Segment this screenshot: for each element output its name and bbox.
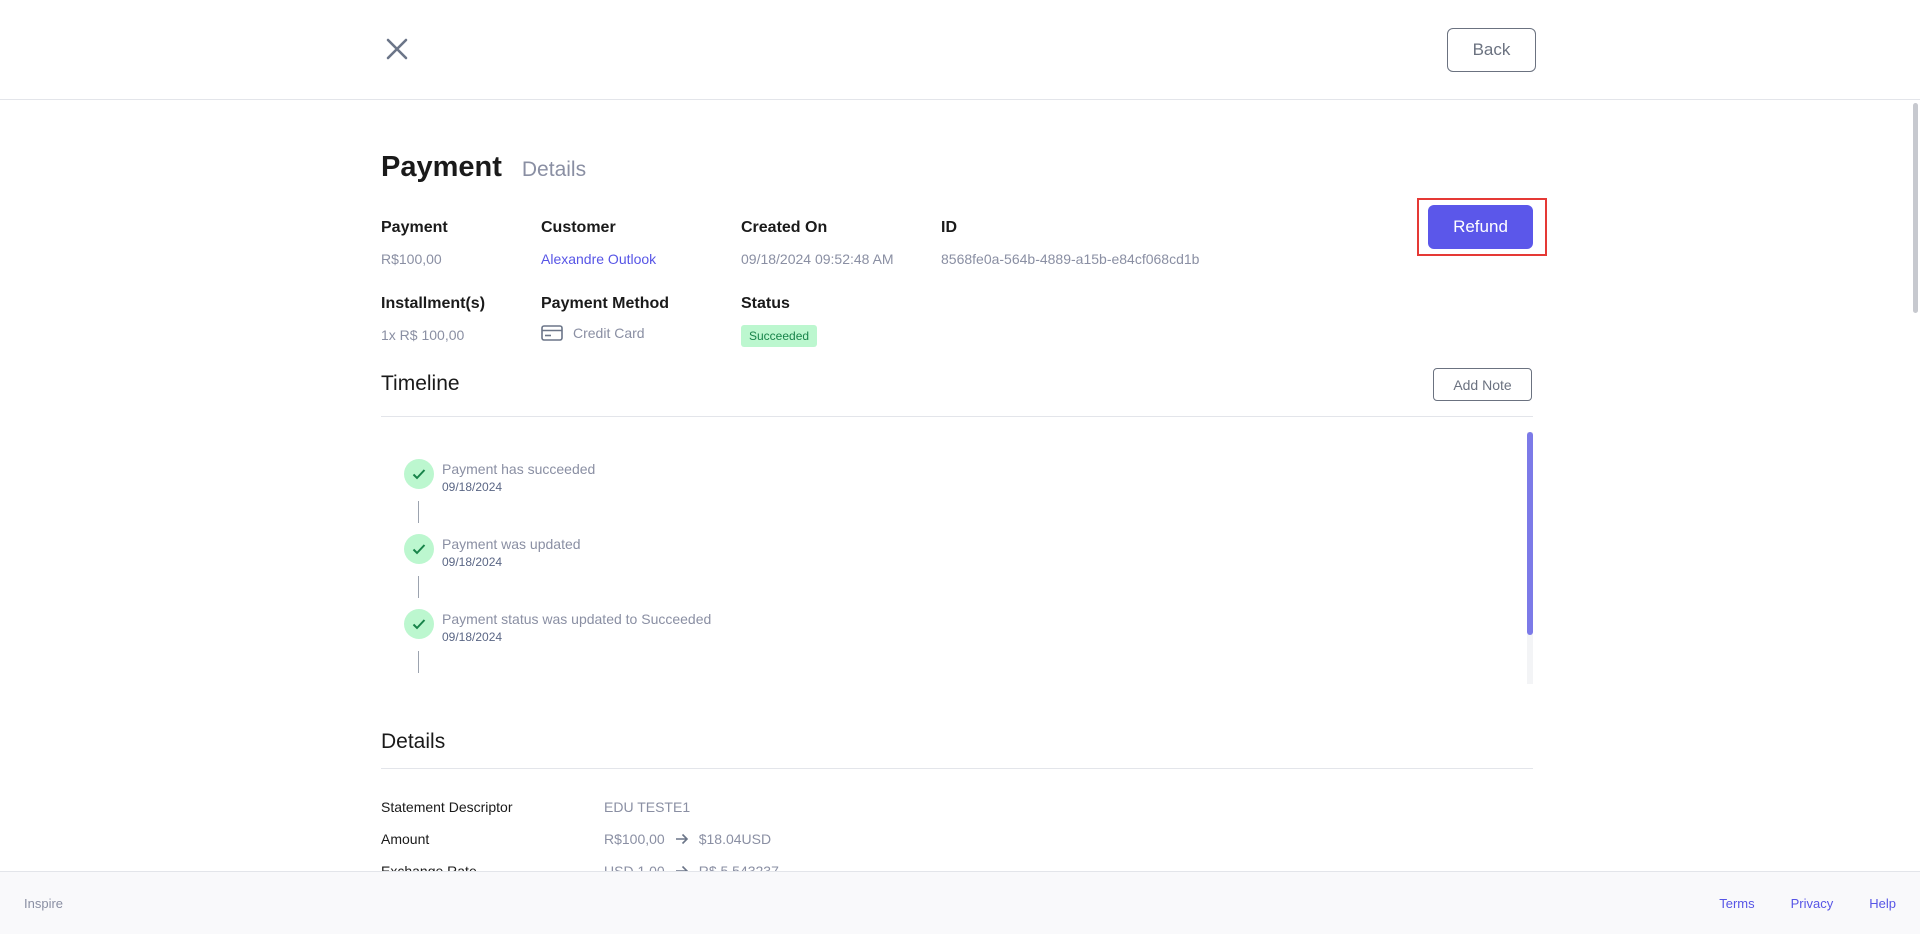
detail-value-to: $18.04USD	[698, 831, 772, 847]
payment-method-field: Payment Method Credit Card	[541, 295, 669, 341]
payment-details-content: Payment Details Payment R$100,00 Custome…	[0, 101, 1920, 871]
status-field: Status Succeeded	[741, 295, 818, 347]
timeline-item-title: Payment status was updated to Succeeded	[442, 611, 712, 627]
customer-field: Customer Alexandre Outlook	[541, 219, 656, 267]
credit-card-icon	[541, 325, 563, 341]
page-scrollbar-thumb[interactable]	[1913, 103, 1918, 313]
detail-value-from: R$100,00	[604, 831, 665, 847]
id-value: 8568fe0a-564b-4889-a15b-e84cf068cd1b	[941, 251, 1200, 267]
timeline-title: Timeline	[381, 372, 460, 395]
installments-value: 1x R$ 100,00	[381, 327, 465, 343]
add-note-button[interactable]: Add Note	[1433, 368, 1532, 401]
footer: Inspire Terms Privacy Help	[0, 871, 1920, 934]
check-circle-icon	[404, 609, 434, 639]
payment-label: Payment	[381, 219, 448, 236]
refund-button[interactable]: Refund	[1428, 205, 1533, 249]
timeline-list	[404, 459, 1524, 709]
timeline-connector	[418, 501, 419, 523]
timeline-item: Payment has succeeded 09/18/2024	[404, 459, 595, 494]
customer-label: Customer	[541, 219, 616, 236]
detail-label: Exchange Rate	[381, 863, 477, 871]
payment-method-value: Credit Card	[573, 325, 645, 341]
timeline-divider	[381, 416, 1533, 417]
timeline-connector	[418, 576, 419, 598]
timeline-item-title: Payment has succeeded	[442, 461, 596, 477]
page-header: Payment Details	[381, 151, 586, 184]
payment-method-value-row: Credit Card	[541, 325, 669, 341]
timeline-item: Payment was updated 09/18/2024	[404, 534, 581, 569]
details-title: Details	[381, 730, 446, 753]
detail-row-amount: Amount R$100,00 $18.04USD	[381, 831, 771, 847]
page-scrollbar[interactable]	[1912, 101, 1920, 871]
footer-link-help[interactable]: Help	[1869, 896, 1896, 911]
detail-value: EDU TESTE1	[604, 799, 691, 815]
detail-value-from: USD 1,00	[604, 863, 665, 871]
timeline-connector	[418, 651, 419, 673]
timeline-scrollbar[interactable]	[1527, 432, 1533, 684]
footer-brand: Inspire	[24, 896, 64, 911]
status-label: Status	[741, 295, 790, 312]
check-circle-icon	[404, 459, 434, 489]
detail-row-exchange-rate: Exchange Rate USD 1,00 R$ 5,543237	[381, 863, 779, 871]
check-circle-icon	[404, 534, 434, 564]
close-icon	[386, 38, 408, 60]
created-on-label: Created On	[741, 219, 828, 236]
id-label: ID	[941, 219, 957, 236]
created-on-value: 09/18/2024 09:52:48 AM	[741, 251, 894, 267]
detail-value-to: R$ 5,543237	[698, 863, 779, 871]
footer-link-terms[interactable]: Terms	[1719, 896, 1754, 911]
page-subtitle: Details	[521, 158, 587, 181]
installments-label: Installment(s)	[381, 295, 486, 312]
timeline-item-date: 09/18/2024	[442, 630, 503, 644]
detail-label: Amount	[381, 831, 430, 847]
arrow-right-icon	[675, 833, 688, 845]
top-bar: Back	[0, 0, 1920, 100]
timeline-item-title: Payment was updated	[442, 536, 581, 552]
timeline-item-date: 09/18/2024	[442, 555, 503, 569]
page-title: Payment	[381, 151, 502, 183]
customer-link[interactable]: Alexandre Outlook	[541, 251, 656, 267]
close-button[interactable]	[380, 32, 414, 66]
payment-value: R$100,00	[381, 251, 442, 267]
status-badge: Succeeded	[741, 325, 818, 347]
detail-row-statement-descriptor: Statement Descriptor EDU TESTE1	[381, 799, 690, 815]
timeline-item: Payment status was updated to Succeeded …	[404, 609, 711, 644]
details-divider	[381, 768, 1533, 769]
timeline-item-date: 09/18/2024	[442, 480, 503, 494]
footer-link-privacy[interactable]: Privacy	[1791, 896, 1834, 911]
installments-field: Installment(s) 1x R$ 100,00	[381, 295, 485, 343]
detail-label: Statement Descriptor	[381, 799, 513, 815]
footer-links: Terms Privacy Help	[1683, 896, 1896, 911]
created-on-field: Created On 09/18/2024 09:52:48 AM	[741, 219, 894, 267]
payment-method-label: Payment Method	[541, 295, 670, 312]
payment-amount-field: Payment R$100,00	[381, 219, 448, 267]
timeline-scrollbar-thumb[interactable]	[1527, 432, 1533, 635]
back-button[interactable]: Back	[1447, 28, 1536, 72]
id-field: ID 8568fe0a-564b-4889-a15b-e84cf068cd1b	[941, 219, 1199, 267]
